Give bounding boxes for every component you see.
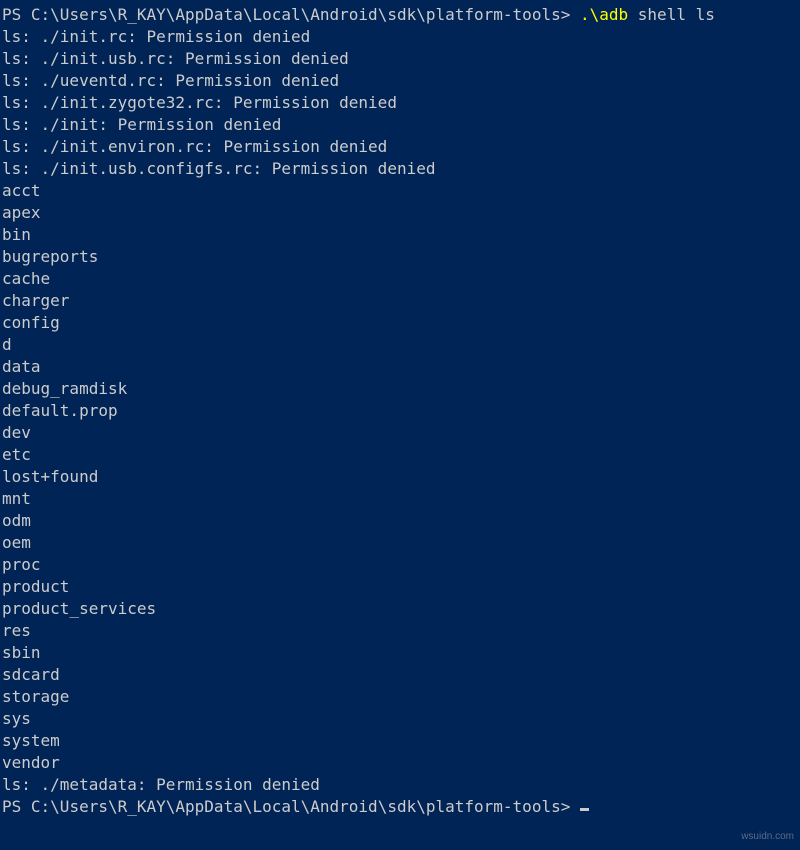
output-line: acct	[2, 180, 798, 202]
output-line: bin	[2, 224, 798, 246]
output-line: lost+found	[2, 466, 798, 488]
prompt-line-1: PS C:\Users\R_KAY\AppData\Local\Android\…	[2, 4, 798, 26]
output-line: product	[2, 576, 798, 598]
output-line: res	[2, 620, 798, 642]
prompt-suffix: >	[561, 797, 580, 816]
command-args: shell ls	[628, 5, 715, 24]
output-line: ls: ./init.zygote32.rc: Permission denie…	[2, 92, 798, 114]
output-line: product_services	[2, 598, 798, 620]
ps-prefix: PS	[2, 5, 31, 24]
output-line: ls: ./metadata: Permission denied	[2, 774, 798, 796]
cursor-icon	[580, 808, 589, 811]
output-line: ls: ./init.usb.configfs.rc: Permission d…	[2, 158, 798, 180]
output-line: sys	[2, 708, 798, 730]
output-line: ls: ./init.usb.rc: Permission denied	[2, 48, 798, 70]
output-line: bugreports	[2, 246, 798, 268]
terminal-output[interactable]: PS C:\Users\R_KAY\AppData\Local\Android\…	[2, 4, 798, 818]
output-line: sdcard	[2, 664, 798, 686]
output-line: dev	[2, 422, 798, 444]
output-line: sbin	[2, 642, 798, 664]
output-line: proc	[2, 554, 798, 576]
output-line: vendor	[2, 752, 798, 774]
output-line: mnt	[2, 488, 798, 510]
output-line: debug_ramdisk	[2, 378, 798, 400]
output-line: charger	[2, 290, 798, 312]
output-line: cache	[2, 268, 798, 290]
command-exe: .\adb	[580, 5, 628, 24]
watermark-text: wsuidn.com	[741, 826, 794, 848]
output-line: data	[2, 356, 798, 378]
output-line: d	[2, 334, 798, 356]
prompt-line-2[interactable]: PS C:\Users\R_KAY\AppData\Local\Android\…	[2, 796, 798, 818]
output-line: default.prop	[2, 400, 798, 422]
output-line: storage	[2, 686, 798, 708]
output-line: config	[2, 312, 798, 334]
output-line: apex	[2, 202, 798, 224]
prompt-suffix: >	[561, 5, 580, 24]
prompt-path: C:\Users\R_KAY\AppData\Local\Android\sdk…	[31, 797, 561, 816]
output-line: ls: ./init.rc: Permission denied	[2, 26, 798, 48]
output-line: ls: ./init.environ.rc: Permission denied	[2, 136, 798, 158]
output-line: ls: ./ueventd.rc: Permission denied	[2, 70, 798, 92]
output-line: odm	[2, 510, 798, 532]
output-line: etc	[2, 444, 798, 466]
output-line: oem	[2, 532, 798, 554]
output-line: system	[2, 730, 798, 752]
output-line: ls: ./init: Permission denied	[2, 114, 798, 136]
prompt-path: C:\Users\R_KAY\AppData\Local\Android\sdk…	[31, 5, 561, 24]
ps-prefix: PS	[2, 797, 31, 816]
